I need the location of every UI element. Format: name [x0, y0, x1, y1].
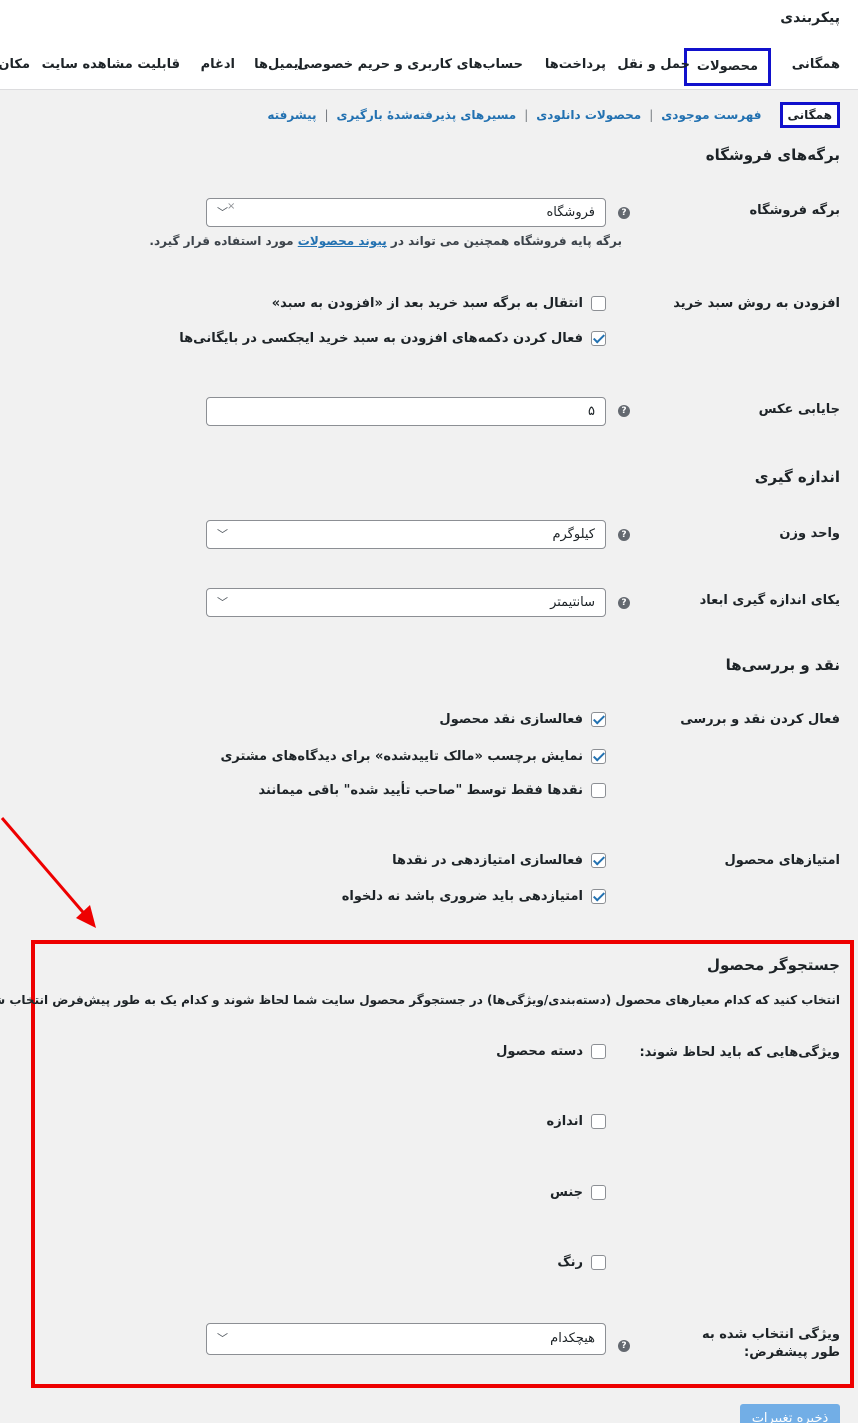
page-title: پیکربندی [780, 10, 840, 26]
chevron-down-icon: ﹀ [217, 528, 228, 541]
tab-shipping[interactable]: حمل و نقل [617, 46, 690, 86]
redirect-cart-checkbox[interactable] [591, 296, 606, 311]
shop-page-description: برگه پایه فروشگاه همچنین می تواند در پیو… [149, 234, 622, 248]
attribute-size-checkbox[interactable] [591, 1114, 606, 1129]
ratings-required-option[interactable]: امتیازدهی باید ضروری باشد نه دلخواه [342, 889, 606, 904]
help-icon[interactable]: ? [618, 1340, 630, 1352]
reviews-heading: نقد و بررسی‌ها [725, 656, 840, 674]
save-button[interactable]: ذخیره تغییرات [740, 1404, 840, 1423]
shop-page-label: برگه فروشگاه [749, 203, 840, 218]
subnav-general[interactable]: همگانی [779, 102, 840, 128]
weight-unit-label: واحد وزن [779, 526, 840, 541]
enable-reviews-label: فعال کردن نقد و بررسی [680, 712, 840, 727]
verified-only-option[interactable]: نقدها فقط توسط "صاحب تأیید شده" باقی میم… [259, 783, 606, 798]
clear-icon[interactable]: × [227, 193, 235, 220]
tab-integration[interactable]: ادغام [201, 46, 235, 86]
tab-location[interactable]: مکان [0, 46, 30, 86]
tab-accounts-privacy[interactable]: حساب‌های کاربری و حریم خصوصی [297, 46, 523, 86]
help-icon[interactable]: ? [618, 207, 630, 219]
subnav-separator: | [649, 108, 654, 122]
attribute-color-checkbox[interactable] [591, 1255, 606, 1270]
annotation-arrow [0, 817, 96, 928]
chevron-down-icon: ﹀ [217, 206, 228, 219]
help-icon[interactable]: ? [618, 597, 630, 609]
placeholder-image-label: جایابی عکس [758, 402, 840, 417]
dimension-unit-label: یکای اندازه گیری ابعاد [699, 593, 840, 608]
subnav-inventory[interactable]: فهرست موجودی [661, 108, 761, 122]
attribute-color-option[interactable]: رنگ [557, 1255, 606, 1270]
subnav-downloadable[interactable]: محصولات دانلودی [536, 108, 641, 122]
redirect-cart-option[interactable]: انتقال به برگه سبد خرید بعد از «افزودن ب… [272, 296, 606, 311]
enable-ratings-checkbox[interactable] [591, 853, 606, 868]
product-ratings-label: امتیازهای محصول [724, 853, 840, 868]
chevron-down-icon: ﹀ [217, 596, 228, 609]
subnav-advanced[interactable]: پیشرفته [267, 108, 316, 122]
section-subnav: همگانی فهرست موجودی | محصولات دانلودی | … [267, 102, 840, 128]
weight-unit-select[interactable]: کیلوگرم ﹀ [206, 520, 606, 549]
measurements-heading: اندازه گیری [754, 468, 840, 486]
tab-payments[interactable]: پرداخت‌ها [545, 46, 606, 86]
attribute-material-option[interactable]: جنس [550, 1185, 606, 1200]
chevron-down-icon: ﹀ [217, 1332, 228, 1345]
attribute-material-checkbox[interactable] [591, 1185, 606, 1200]
products-permalink-link[interactable]: پیوند محصولات [298, 234, 387, 248]
annotation-highlight-box [31, 940, 854, 1388]
shop-page-select[interactable]: فروشگاه × ﹀ [206, 198, 606, 227]
default-attribute-select[interactable]: هیچکدام ﹀ [206, 1323, 606, 1355]
shop-page-value: فروشگاه [546, 205, 595, 220]
tab-site-visibility[interactable]: قابلیت مشاهده سایت [42, 46, 180, 86]
placeholder-image-input[interactable]: ۵ [206, 397, 606, 426]
tab-products[interactable]: محصولات [683, 48, 771, 86]
verified-owner-checkbox[interactable] [591, 749, 606, 764]
tab-emails[interactable]: ایمیل‌ها [254, 46, 303, 86]
dimension-unit-select[interactable]: سانتیمتر ﹀ [206, 588, 606, 617]
ajax-cart-checkbox[interactable] [591, 331, 606, 346]
top-bar: پیکربندی همگانی محصولات حمل و نقل پرداخت… [0, 0, 858, 90]
attribute-size-option[interactable]: اندازه [547, 1114, 606, 1129]
product-search-heading: جستجوگر محصول [707, 956, 840, 974]
attribute-category-checkbox[interactable] [591, 1044, 606, 1059]
default-attribute-label: ویژگی انتخاب شده به طور پیشفرض: [701, 1327, 840, 1360]
tab-general[interactable]: همگانی [792, 46, 840, 86]
settings-tabs: همگانی محصولات حمل و نقل پرداخت‌ها حساب‌… [0, 46, 858, 86]
ratings-required-checkbox[interactable] [591, 889, 606, 904]
ajax-cart-option[interactable]: فعال کردن دکمه‌های افزودن به سبد خرید ای… [179, 331, 606, 346]
enable-reviews-checkbox[interactable] [591, 712, 606, 727]
subnav-download-paths[interactable]: مسیرهای پذیرفته‌شدهٔ بارگیری [337, 108, 517, 122]
shop-pages-heading: برگه‌های فروشگاه [705, 146, 840, 164]
enable-ratings-option[interactable]: فعالسازی امتیازدهی در نقدها [392, 853, 606, 868]
verified-owner-option[interactable]: نمایش برچسب «مالک تاییدشده» برای دیدگاه‌… [221, 749, 606, 764]
attributes-label: ویژگی‌هایی که باید لحاظ شوند: [639, 1045, 840, 1060]
product-search-description: انتخاب کنید که کدام معیارهای محصول (دسته… [0, 993, 840, 1007]
help-icon[interactable]: ? [618, 529, 630, 541]
subnav-separator: | [324, 108, 329, 122]
verified-only-checkbox[interactable] [591, 783, 606, 798]
help-icon[interactable]: ? [618, 405, 630, 417]
attribute-category-option[interactable]: دسته محصول [496, 1044, 606, 1059]
add-to-cart-label: افزودن به روش سبد خرید [673, 296, 840, 311]
subnav-separator: | [524, 108, 529, 122]
enable-reviews-option[interactable]: فعالسازی نقد محصول [439, 712, 606, 727]
